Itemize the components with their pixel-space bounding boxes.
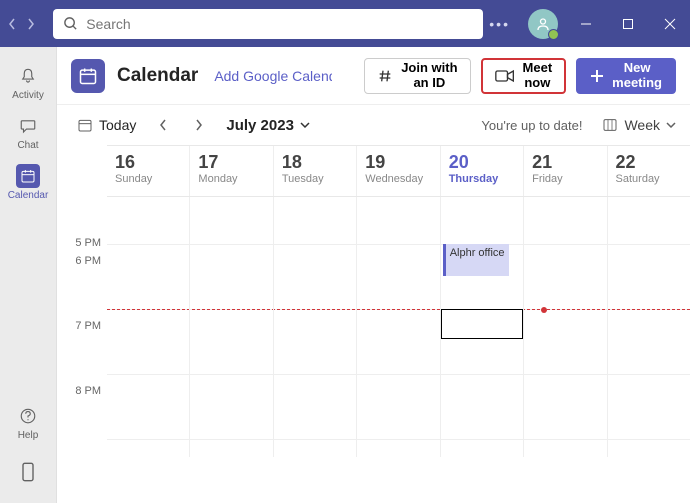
day-header[interactable]: 18Tuesday [274,146,357,196]
day-column[interactable] [357,197,440,457]
help-icon [19,407,37,425]
nav-calendar[interactable]: Calendar [0,157,56,207]
back-button[interactable] [6,9,19,39]
time-selection[interactable] [441,309,523,339]
calendar-app-icon [71,59,105,93]
close-button[interactable] [656,18,684,30]
day-header[interactable]: 17Monday [190,146,273,196]
day-column[interactable] [274,197,357,457]
calendar-event[interactable]: Alphr office [443,244,509,276]
calendar-today-icon [77,117,93,133]
plus-icon [590,69,604,83]
time-label: 8 PM [57,385,107,450]
day-header[interactable]: 21Friday [524,146,607,196]
day-column[interactable] [524,197,607,457]
nav-label: Chat [17,140,38,151]
day-header[interactable]: 16Sunday [107,146,190,196]
nav-activity[interactable]: Activity [0,57,56,107]
calendar-grid[interactable]: Alphr office [107,197,690,457]
day-column[interactable] [608,197,690,457]
day-column[interactable] [190,197,273,457]
video-icon [495,69,515,83]
day-column[interactable]: Alphr office [441,197,524,457]
maximize-button[interactable] [614,18,642,30]
minimize-button[interactable] [572,18,600,30]
nav-label: Activity [12,90,44,101]
join-with-id-button[interactable]: Join withan ID [364,58,470,94]
time-label: 7 PM [57,320,107,385]
chevron-down-icon [666,121,676,129]
nav-device[interactable] [0,447,56,497]
sidenav: Activity Chat Calendar Help [0,47,57,503]
view-selector[interactable]: Week [602,117,676,133]
time-label: 6 PM [57,255,107,320]
nav-help[interactable]: Help [0,397,56,447]
day-header[interactable]: 19Wednesday [357,146,440,196]
main: Calendar Add Google Calendar Join withan… [57,47,690,503]
next-period[interactable] [184,110,214,140]
day-header[interactable]: 22Saturday [608,146,690,196]
chat-icon [19,117,37,135]
day-header[interactable]: 20Thursday [441,146,524,196]
chevron-down-icon [300,121,310,129]
month-picker[interactable]: July 2023 [226,117,310,134]
hash-icon [377,68,393,84]
meet-now-button[interactable]: Meetnow [481,58,567,94]
search-box[interactable] [53,9,483,39]
person-icon [535,16,551,32]
nav-chat[interactable]: Chat [0,107,56,157]
forward-button[interactable] [25,9,38,39]
page-title: Calendar [117,65,198,87]
calendar-icon [20,168,36,184]
nav-label: Help [18,430,39,441]
new-meeting-button[interactable]: Newmeeting [576,58,676,94]
sync-status: You're up to date! [481,118,582,133]
search-icon [63,16,78,31]
nav-label: Calendar [8,190,49,201]
prev-period[interactable] [148,110,178,140]
more-menu[interactable]: ••• [489,16,510,32]
search-input[interactable] [86,16,473,32]
add-google-calendar[interactable]: Add Google Calendar [214,68,332,84]
today-button[interactable]: Today [71,113,142,137]
device-icon [21,462,35,482]
bell-icon [19,67,37,85]
day-column[interactable] [107,197,190,457]
avatar[interactable] [528,9,558,39]
week-view-icon [602,117,618,133]
